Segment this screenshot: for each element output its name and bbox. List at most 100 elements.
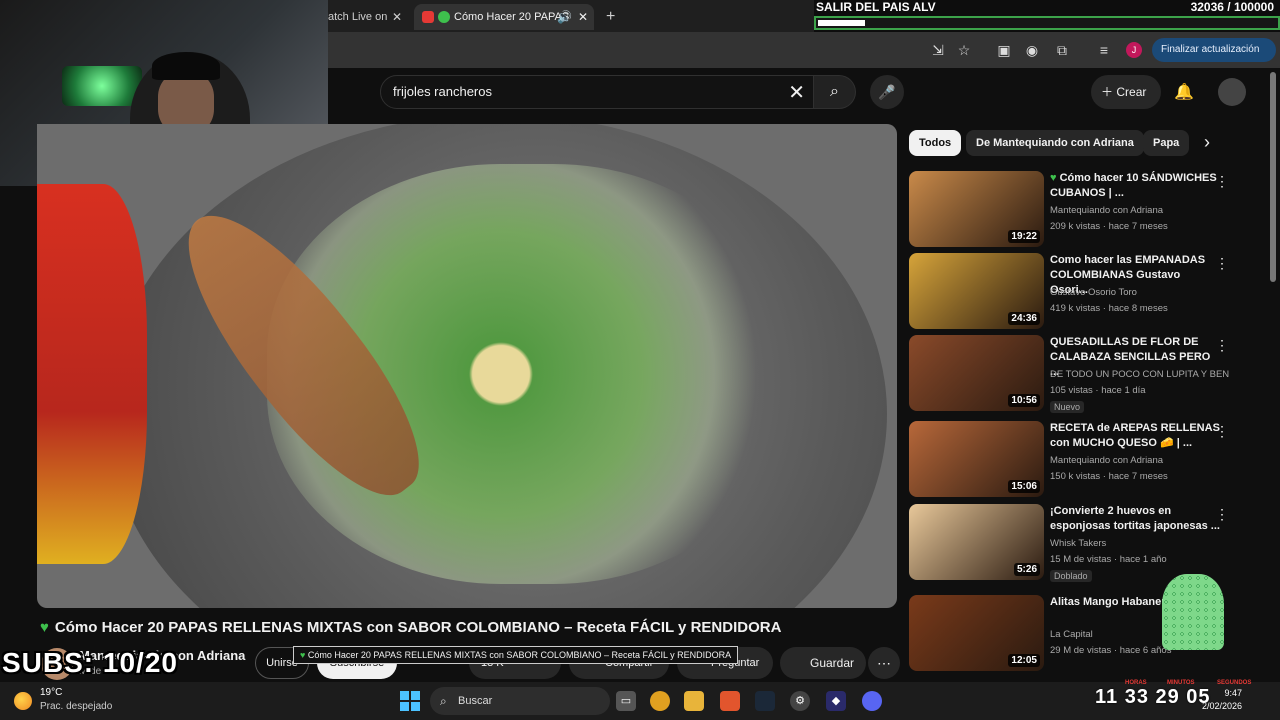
weather-text: Prac. despejado (40, 701, 113, 712)
more-vert-icon[interactable]: ⋮ (1215, 506, 1229, 523)
video-thumbnail[interactable]: 10:56 (909, 335, 1044, 411)
video-thumbnail[interactable]: 12:05 (909, 595, 1044, 671)
create-label: Crear (1116, 85, 1147, 99)
close-icon[interactable]: ✕ (392, 4, 402, 30)
plus-icon: ＋ (1101, 85, 1114, 99)
video-thumbnail[interactable]: 5:26 (909, 504, 1044, 580)
goal-title: SALIR DEL PAIS ALV (816, 0, 936, 14)
webcam-monitor (62, 66, 142, 106)
chrome-icon[interactable] (650, 691, 670, 711)
title-tooltip: ♥ Cómo Hacer 20 PAPAS RELLENAS MIXTAS co… (293, 646, 739, 664)
recommendation-meta: 209 k vistas · hace 7 meses (1050, 221, 1168, 232)
recommendation-badge: Doblado (1050, 570, 1092, 582)
video-thumbnail[interactable]: 24:36 (909, 253, 1044, 329)
taskbar-search-label: Buscar (458, 695, 493, 707)
save-button[interactable]: Guardar (780, 647, 866, 679)
recommendation-meta: 150 k vistas · hace 7 meses (1050, 471, 1168, 482)
search-icon[interactable]: ⌕ (814, 75, 856, 109)
video-thumbnail[interactable]: 15:06 (909, 421, 1044, 497)
account-avatar[interactable] (1218, 78, 1246, 106)
recommendation-item[interactable]: 10:56 QUESADILLAS DE FLOR DE CALABAZA SEN… (909, 335, 1239, 413)
goal-overlay: SALIR DEL PAIS ALV 32036 / 100000 (814, 0, 1280, 32)
more-vert-icon[interactable]: ⋮ (1215, 423, 1229, 440)
install-icon[interactable]: ⇲ (928, 40, 948, 60)
heart-icon: ♥ (40, 619, 49, 636)
more-vert-icon[interactable]: ⋮ (1215, 337, 1229, 354)
new-tab-button[interactable]: + (606, 4, 626, 30)
recommendation-item[interactable]: 24:36 Como hacer las EMPANADAS COLOMBIANA… (909, 253, 1239, 331)
update-button[interactable]: Finalizar actualización (1152, 38, 1276, 62)
heart-icon: ♥ (300, 650, 308, 660)
recommendation-item[interactable]: 5:26 ¡Convierte 2 huevos en esponjosas to… (909, 504, 1239, 582)
steam-icon[interactable] (755, 691, 775, 711)
profile-avatar[interactable]: J (1126, 42, 1142, 58)
search-input[interactable]: frijoles rancheros ✕ (380, 75, 814, 109)
puzzle-icon[interactable]: ⧉ (1052, 40, 1072, 60)
recommendation-meta: 29 M de vistas · hace 6 años (1050, 645, 1172, 656)
goal-progress-bar (814, 16, 1280, 30)
settings-icon[interactable]: ⚙ (790, 691, 810, 711)
recommendation-badge: Nuevo (1050, 401, 1085, 413)
close-icon[interactable]: ✕ (578, 4, 588, 30)
heart-icon (438, 11, 450, 23)
bell-icon[interactable]: 🔔 (1174, 82, 1194, 102)
recommendation-channel[interactable]: DE TODO UN POCO CON LUPITA Y BENI... (1050, 369, 1230, 380)
recommendation-channel[interactable]: Gustavo Osorio Toro (1050, 287, 1230, 298)
more-vert-icon[interactable]: ⋮ (1215, 173, 1229, 190)
recommendation-channel[interactable]: Mantequiando con Adriana (1050, 455, 1230, 466)
discord-icon[interactable] (862, 691, 882, 711)
chip-channel[interactable]: De Mantequiando con Adriana (966, 130, 1144, 156)
weather-icon[interactable] (14, 692, 32, 710)
recommendation-title[interactable]: ♥ Cómo hacer 10 SÁNDWICHES CUBANOS | ... (1050, 171, 1220, 201)
video-title: ♥ Cómo Hacer 20 PAPAS RELLENAS MIXTAS con… (40, 619, 782, 636)
webcam-cap (152, 52, 220, 80)
scrollbar[interactable] (1270, 72, 1276, 282)
media-icon[interactable]: ≡ (1094, 40, 1114, 60)
speaker-icon[interactable]: 🔊 (557, 4, 572, 30)
folder-icon[interactable] (684, 691, 704, 711)
duration-badge: 24:36 (1008, 312, 1040, 325)
video-thumbnail[interactable]: 19:22 (909, 171, 1044, 247)
recommendation-meta: 419 k vistas · hace 8 meses (1050, 303, 1168, 314)
extension-icon[interactable]: ◉ (1022, 40, 1042, 60)
duration-badge: 19:22 (1008, 230, 1040, 243)
youtube-icon (422, 11, 434, 23)
recommendation-title[interactable]: ¡Convierte 2 huevos en esponjosas tortit… (1050, 504, 1220, 534)
recommendation-channel[interactable]: Mantequiando con Adriana (1050, 205, 1230, 216)
more-icon[interactable]: ⋯ (868, 647, 900, 679)
recommendation-meta: 15 M de vistas · hace 1 año (1050, 554, 1167, 565)
search-icon: ⌕ (440, 694, 447, 708)
recommendation-item[interactable]: 15:06 RECETA de AREPAS RELLENAS con MUCHO… (909, 421, 1239, 499)
chip-all[interactable]: Todos (909, 130, 962, 156)
mic-icon[interactable]: 🎤 (870, 75, 904, 109)
recommendation-meta: 105 vistas · hace 1 día (1050, 385, 1146, 396)
screen-icon[interactable]: ▣ (994, 40, 1014, 60)
clear-icon[interactable]: ✕ (788, 80, 805, 105)
bookmark-star-icon[interactable]: ☆ (954, 40, 974, 60)
duration-badge: 15:06 (1008, 480, 1040, 493)
chip-papa[interactable]: Papa (1143, 130, 1189, 156)
tab-label: atch Live on (328, 11, 388, 23)
recommendation-title[interactable]: RECETA de AREPAS RELLENAS con MUCHO QUES… (1050, 421, 1220, 451)
duration-badge: 10:56 (1008, 394, 1040, 407)
search-value: frijoles rancheros (393, 84, 492, 99)
recommendation-item[interactable]: 19:22 ♥ Cómo hacer 10 SÁNDWICHES CUBANOS … (909, 171, 1239, 249)
more-vert-icon[interactable]: ⋮ (1215, 255, 1229, 272)
create-button[interactable]: ＋ Crear (1091, 75, 1161, 109)
heart-icon: ♥ (1050, 172, 1060, 184)
countdown-timer: 11 33 29 05 (1095, 686, 1211, 708)
brave-icon[interactable] (720, 691, 740, 711)
tab-twitch[interactable]: atch Live on ✕ (328, 4, 408, 30)
recommendation-channel[interactable]: Whisk Takers (1050, 538, 1230, 549)
chevron-right-icon[interactable]: › (1204, 132, 1210, 153)
taskbar-search[interactable]: ⌕ Buscar (430, 687, 610, 715)
windows-start-icon[interactable] (400, 691, 420, 711)
task-view-icon[interactable]: ▭ (616, 691, 636, 711)
save-label: Guardar (810, 656, 855, 670)
duration-badge: 5:26 (1013, 563, 1040, 576)
video-player[interactable] (37, 124, 897, 608)
app-icon[interactable]: ◆ (826, 691, 846, 711)
tab-label: Cómo Hacer 20 PAPAS (454, 11, 570, 23)
goal-count: 32036 / 100000 (1190, 0, 1274, 14)
tab-youtube-video[interactable]: Cómo Hacer 20 PAPAS 🔊 ✕ (414, 4, 594, 30)
